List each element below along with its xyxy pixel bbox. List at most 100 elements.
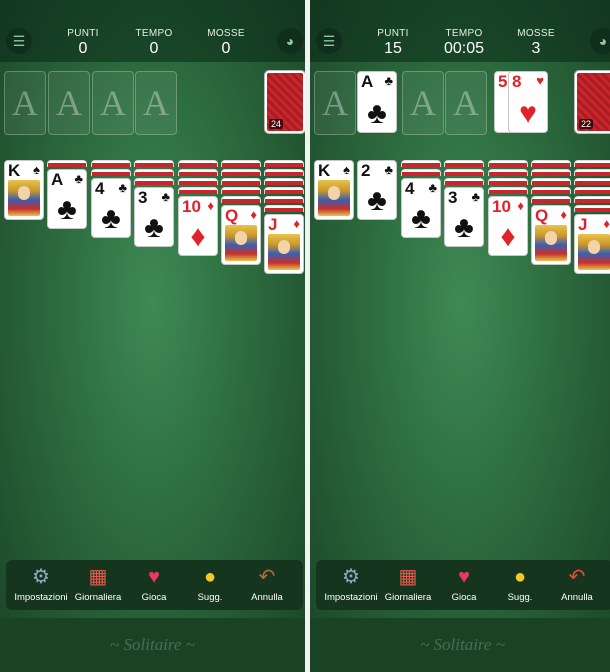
face-down-card bbox=[264, 196, 304, 203]
face-down-card bbox=[221, 178, 261, 185]
tableau-card[interactable]: J ♦ bbox=[264, 214, 304, 274]
daily-button[interactable]: ▦ Giornaliera bbox=[380, 564, 436, 603]
foundation-slot[interactable]: A bbox=[48, 71, 90, 135]
foundation-card[interactable]: A ♣ ♣ bbox=[357, 71, 397, 133]
face-down-card bbox=[574, 178, 610, 185]
gear-icon: ⚙ bbox=[342, 566, 360, 588]
foundation-slot[interactable]: A bbox=[4, 71, 46, 135]
foundation-slot[interactable]: A bbox=[402, 71, 444, 135]
time-value: 00:05 bbox=[443, 40, 485, 57]
calendar-icon: ▦ bbox=[398, 566, 418, 588]
tableau-card[interactable]: 4 ♣ ♣ bbox=[91, 178, 131, 238]
calendar-icon: ▦ bbox=[88, 566, 108, 588]
time-stat: TEMPO 0 bbox=[124, 28, 184, 58]
nav-label: Sugg. bbox=[507, 592, 533, 603]
face-down-card bbox=[574, 196, 610, 203]
cards-icon: ♥ bbox=[148, 566, 160, 588]
face-down-card bbox=[221, 169, 261, 176]
card-rank: 8 bbox=[512, 72, 522, 91]
face-portrait bbox=[235, 231, 247, 245]
face-portrait bbox=[18, 186, 30, 200]
daily-button[interactable]: ▦ Giornaliera bbox=[70, 564, 126, 603]
menu-icon[interactable]: ☰ bbox=[6, 28, 32, 54]
face-down-card bbox=[488, 169, 528, 176]
tableau-card[interactable]: Q ♦ bbox=[221, 205, 261, 265]
stock-pile[interactable]: 22 bbox=[575, 71, 610, 133]
suit-icon: ♦ bbox=[500, 220, 516, 253]
tableau-card[interactable]: Q ♦ bbox=[531, 205, 571, 265]
foundation-placeholder: A bbox=[143, 83, 169, 123]
brand-logo: ~ Solitaire ~ bbox=[110, 635, 195, 654]
suit-icon: ♣ bbox=[74, 171, 83, 186]
heart-icon: ♥ bbox=[519, 97, 537, 130]
tableau-card[interactable]: 3 ♣ ♣ bbox=[444, 187, 484, 247]
face-down-card bbox=[178, 169, 218, 176]
suit-icon: ♣ bbox=[161, 189, 170, 204]
card-rank: 4 bbox=[95, 179, 105, 198]
face-down-card bbox=[47, 160, 87, 167]
nav-label: Giornaliera bbox=[384, 592, 432, 603]
tableau-card[interactable]: 4 ♣ ♣ bbox=[401, 178, 441, 238]
score-label: PUNTI bbox=[67, 28, 99, 39]
face-down-card bbox=[134, 169, 174, 176]
face-down-card bbox=[488, 160, 528, 167]
face-down-card bbox=[531, 160, 571, 167]
face-down-card bbox=[401, 160, 441, 167]
face-down-card bbox=[574, 187, 610, 194]
tableau-card[interactable]: 10 ♦ ♦ bbox=[488, 196, 528, 256]
foundation-slot[interactable]: A bbox=[314, 71, 356, 135]
suit-icon: ♣ bbox=[144, 211, 164, 244]
tableau-card[interactable]: 3 ♣ ♣ bbox=[134, 187, 174, 247]
face-down-card bbox=[221, 160, 261, 167]
suit-icon: ♦ bbox=[293, 216, 300, 231]
menu-icon[interactable]: ☰ bbox=[316, 28, 342, 54]
face-down-card bbox=[488, 187, 528, 194]
hint-button[interactable]: ● Sugg. bbox=[182, 564, 238, 603]
palette-icon[interactable]: ◕ bbox=[590, 28, 610, 54]
face-down-card bbox=[178, 160, 218, 167]
face-card-art bbox=[578, 234, 610, 270]
foundation-slot[interactable]: A bbox=[445, 71, 487, 135]
play-button[interactable]: ♥ Gioca bbox=[436, 564, 492, 603]
card-rank: 4 bbox=[405, 179, 415, 198]
settings-button[interactable]: ⚙ Impostazioni bbox=[13, 564, 69, 603]
palette-icon[interactable]: ◕ bbox=[277, 28, 303, 54]
undo-button[interactable]: ↶ Annulla bbox=[549, 564, 605, 603]
face-portrait bbox=[278, 240, 290, 254]
tableau-card[interactable]: K ♠ bbox=[314, 160, 354, 220]
undo-icon: ↶ bbox=[258, 566, 276, 588]
moves-value: 0 bbox=[221, 40, 231, 57]
suit-icon: ♣ bbox=[384, 162, 393, 177]
club-icon: ♣ bbox=[384, 73, 393, 88]
tableau-card[interactable]: 10 ♦ ♦ bbox=[178, 196, 218, 256]
heart-icon: ♥ bbox=[536, 73, 544, 88]
face-down-card bbox=[264, 160, 304, 167]
cards-icon: ♥ bbox=[458, 566, 470, 588]
undo-button[interactable]: ↶ Annulla bbox=[239, 564, 295, 603]
hint-button[interactable]: ● Sugg. bbox=[492, 564, 548, 603]
play-button[interactable]: ♥ Gioca bbox=[126, 564, 182, 603]
card-rank: Q bbox=[225, 206, 239, 225]
face-card-art bbox=[225, 225, 257, 261]
moves-stat: MOSSE 0 bbox=[196, 28, 256, 58]
settings-button[interactable]: ⚙ Impostazioni bbox=[323, 564, 379, 603]
moves-value: 3 bbox=[531, 40, 541, 57]
nav-label: Gioca bbox=[141, 592, 167, 603]
tableau-card[interactable]: J ♦ bbox=[574, 214, 610, 274]
suit-icon: ♣ bbox=[57, 193, 77, 226]
tableau-card[interactable]: K ♠ bbox=[4, 160, 44, 220]
face-down-card bbox=[574, 169, 610, 176]
face-portrait bbox=[588, 240, 600, 254]
foundation-slot[interactable]: A bbox=[135, 71, 177, 135]
face-down-card bbox=[401, 169, 441, 176]
tableau-card[interactable]: A ♣ ♣ bbox=[47, 169, 87, 229]
undo-icon: ↶ bbox=[568, 566, 586, 588]
tableau-card[interactable]: 2 ♣ ♣ bbox=[357, 160, 397, 220]
face-down-card bbox=[444, 169, 484, 176]
stock-pile[interactable]: 24 bbox=[265, 71, 305, 133]
waste-card-top[interactable]: 8 ♥ ♥ bbox=[508, 71, 548, 133]
foundation-placeholder: A bbox=[410, 83, 436, 123]
game-screen-progress: ☰ PUNTI 15 TEMPO 00:05 MOSSE 3 ◕ A A ♣ ♣… bbox=[310, 0, 610, 672]
foundation-slot[interactable]: A bbox=[92, 71, 134, 135]
face-down-card bbox=[531, 187, 571, 194]
